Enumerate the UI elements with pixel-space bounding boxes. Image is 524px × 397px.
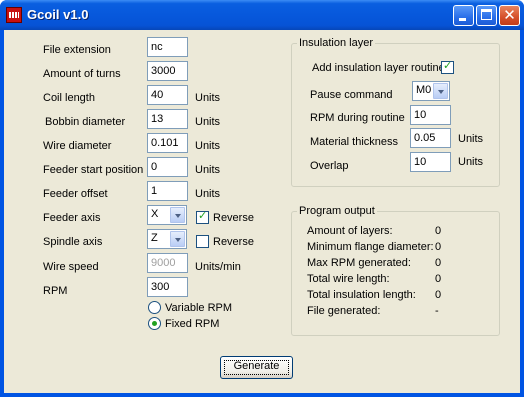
fixed-rpm-label: Fixed RPM [165,318,220,330]
output-row-label: Minimum flange diameter: [307,241,434,253]
output-row-label: Amount of layers: [307,225,393,237]
output-row-label: Total wire length: [307,273,390,285]
fixed-rpm-radio[interactable] [148,317,161,330]
spindle-axis-select[interactable]: Z [147,229,187,249]
app-coil-icon [6,7,22,23]
feeder-reverse-checkbox[interactable]: ✓ [196,209,209,224]
coil-length-input[interactable]: 40 [147,85,188,105]
file-extension-input[interactable]: nc [147,37,188,57]
feeder-start-position-input[interactable]: 0 [147,157,188,177]
feeder-reverse-label: Reverse [213,212,254,224]
rpm-input[interactable]: 300 [147,277,188,297]
rpm-during-routine-input[interactable]: 10 [410,105,451,125]
wire-speed-label: Wire speed [43,261,99,273]
add-insulation-routine-label: Add insulation layer routine [312,62,445,74]
client-area: File extension nc Amount of turns 3000 C… [4,30,520,393]
add-insulation-routine-checkbox[interactable]: ✓ [441,59,454,74]
bobbin-diameter-input[interactable]: 13 [147,109,188,129]
output-row-value: - [435,305,439,317]
close-button[interactable]: ✕ [499,5,520,26]
minimize-button[interactable] [453,5,474,26]
pause-command-value: M0 [416,84,432,96]
material-thickness-input[interactable]: 0.05 [410,128,451,148]
feeder-axis-value: X [151,208,159,220]
file-extension-label: File extension [43,44,111,56]
overlap-label: Overlap [310,160,349,172]
minimize-icon [459,18,466,21]
amount-of-turns-input[interactable]: 3000 [147,61,188,81]
bobbin-diameter-unit: Units [195,116,221,128]
chevron-down-icon[interactable] [170,231,185,247]
generate-button[interactable]: Generate [220,356,293,379]
checkmark-icon: ✓ [198,209,208,222]
maximize-button[interactable] [476,5,497,26]
checkmark-icon: ✓ [443,59,453,72]
variable-rpm-radio[interactable] [148,301,161,314]
wire-diameter-input[interactable]: 0.101 [147,133,188,153]
output-row-value: 0 [435,225,442,237]
focus-rect [224,360,289,375]
output-row-label: Total insulation length: [307,289,416,301]
wire-speed-input[interactable]: 9000 [147,253,188,273]
output-row-label: File generated: [307,305,381,317]
coil-length-unit: Units [195,92,221,104]
output-row-value: 0 [435,241,442,253]
pause-command-label: Pause command [310,89,393,101]
spindle-axis-label: Spindle axis [43,236,103,248]
pause-command-select[interactable]: M0 [412,81,450,101]
coil-length-label: Coil length [43,92,95,104]
overlap-input[interactable]: 10 [410,152,451,172]
program-output-title: Program output [297,205,377,217]
output-row-value: 0 [435,257,442,269]
feeder-offset-label: Feeder offset [43,188,108,200]
chevron-down-icon[interactable] [170,207,185,223]
chevron-down-icon[interactable] [433,83,448,99]
radio-selected-dot [152,321,157,326]
feeder-offset-unit: Units [195,188,221,200]
app-window: Gcoil v1.0 ✕ File extension nc Amount of… [0,0,524,397]
spindle-axis-value: Z [151,232,158,244]
rpm-during-routine-label: RPM during routine [310,112,405,124]
output-row-value: 0 [435,289,442,301]
output-row-value: 0 [435,273,442,285]
spindle-reverse-label: Reverse [213,236,254,248]
output-row-label: Max RPM generated: [307,257,411,269]
insulation-layer-title: Insulation layer [297,37,375,49]
feeder-start-position-label: Feeder start position [43,164,144,176]
title-bar[interactable]: Gcoil v1.0 ✕ [0,0,524,30]
variable-rpm-label: Variable RPM [165,302,233,314]
wire-speed-unit: Units/min [195,261,241,273]
feeder-axis-select[interactable]: X [147,205,187,225]
feeder-offset-input[interactable]: 1 [147,181,188,201]
material-thickness-label: Material thickness [310,136,399,148]
feeder-start-position-unit: Units [195,164,221,176]
close-icon: ✕ [503,6,516,24]
window-title: Gcoil v1.0 [27,7,89,22]
wire-diameter-label: Wire diameter [43,140,112,152]
feeder-axis-label: Feeder axis [43,212,101,224]
rpm-label: RPM [43,285,68,297]
wire-diameter-unit: Units [195,140,221,152]
maximize-icon [481,9,492,20]
overlap-unit: Units [458,156,484,168]
material-thickness-unit: Units [458,133,484,145]
amount-of-turns-label: Amount of turns [43,68,121,80]
spindle-reverse-checkbox[interactable] [196,235,209,248]
bobbin-diameter-label: Bobbin diameter [45,116,126,128]
